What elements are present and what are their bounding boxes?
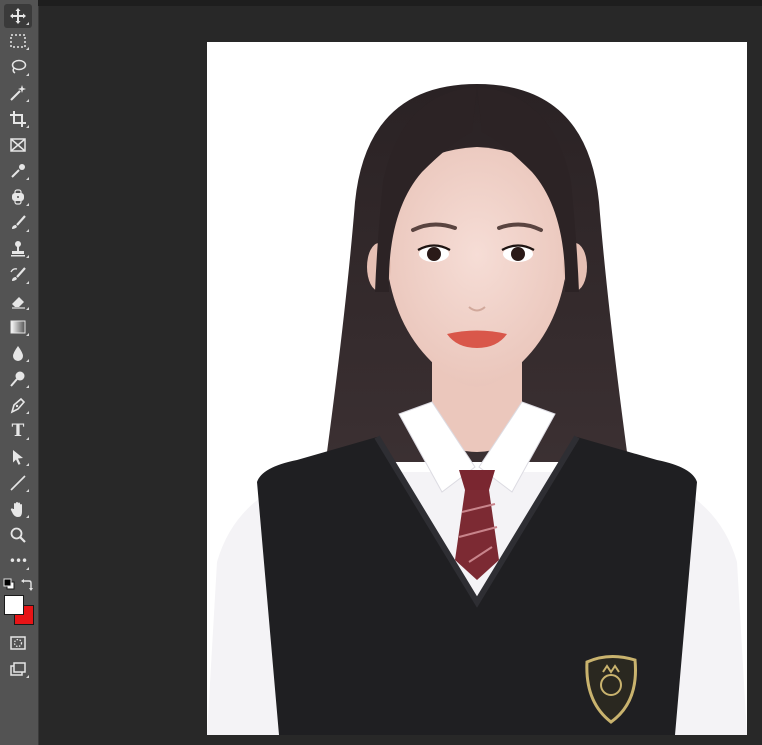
lasso-tool[interactable] <box>4 55 32 79</box>
swap-colors-icon[interactable] <box>20 578 34 592</box>
history-brush-tool[interactable] <box>4 263 32 287</box>
eraser-tool[interactable] <box>4 289 32 313</box>
foreground-color-swatch[interactable] <box>4 595 24 615</box>
clone-stamp-tool[interactable] <box>4 237 32 261</box>
dodge-icon <box>10 371 25 387</box>
gradient-icon <box>10 320 26 334</box>
crop-tool[interactable] <box>4 107 32 131</box>
zoom-tool[interactable] <box>4 523 32 547</box>
blur-drop-icon <box>13 346 23 361</box>
screen-mode-button[interactable] <box>4 657 32 681</box>
more-icon: ••• <box>8 554 28 568</box>
history-brush-icon <box>10 267 26 281</box>
gradient-tool[interactable] <box>4 315 32 339</box>
dodge-tool[interactable] <box>4 367 32 391</box>
type-icon: T <box>11 421 25 441</box>
crop-icon <box>10 111 26 127</box>
frame-icon <box>10 138 26 152</box>
arrow-cursor-icon <box>13 450 23 465</box>
marquee-icon <box>10 34 26 48</box>
hand-tool[interactable] <box>4 497 32 521</box>
portrait-photo <box>207 42 747 735</box>
spot-healing-tool[interactable] <box>4 185 32 209</box>
move-icon <box>10 8 26 24</box>
magic-wand-icon <box>10 85 26 101</box>
screen-mode-icon <box>10 662 26 676</box>
eraser-icon <box>12 297 25 309</box>
pen-icon <box>10 397 26 414</box>
edit-toolbar-button[interactable]: ••• <box>4 549 32 573</box>
pen-tool[interactable] <box>4 393 32 417</box>
document-canvas[interactable] <box>207 42 747 735</box>
healing-icon <box>12 189 24 205</box>
line-tool[interactable] <box>4 471 32 495</box>
lasso-icon <box>11 59 27 74</box>
quick-mask-button[interactable] <box>4 631 32 655</box>
stamp-icon <box>11 241 25 257</box>
frame-tool[interactable] <box>4 133 32 157</box>
path-selection-tool[interactable] <box>4 445 32 469</box>
brush-icon <box>12 215 26 229</box>
eyedropper-tool[interactable] <box>4 159 32 183</box>
line-icon <box>10 475 26 491</box>
type-tool[interactable]: T <box>4 419 32 443</box>
magic-wand-tool[interactable] <box>4 81 32 105</box>
rectangular-marquee-tool[interactable] <box>4 29 32 53</box>
tools-panel: T ••• <box>0 0 39 745</box>
default-colors-icon[interactable] <box>3 578 15 590</box>
brush-tool[interactable] <box>4 211 32 235</box>
zoom-icon <box>10 527 26 543</box>
quick-mask-icon <box>10 636 26 650</box>
move-tool[interactable] <box>4 4 32 28</box>
hand-icon <box>10 502 22 517</box>
eyedropper-icon <box>11 164 25 178</box>
blur-tool[interactable] <box>4 341 32 365</box>
